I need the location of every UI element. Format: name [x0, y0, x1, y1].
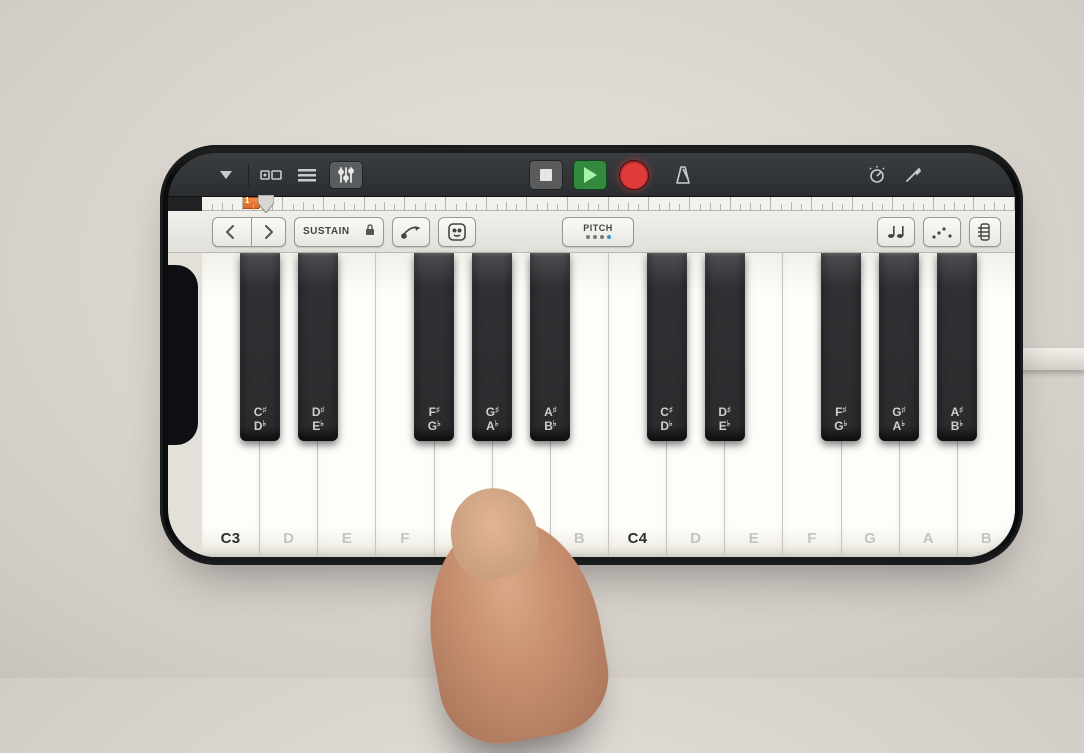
black-key-Fsharp[interactable]: F♯G♭: [414, 253, 454, 441]
black-key-label: F♯G♭: [428, 406, 441, 434]
lock-icon: [365, 224, 375, 239]
pitch-label: PITCH: [583, 224, 613, 233]
white-key-label: E: [725, 530, 782, 547]
sustain-button[interactable]: SUSTAIN: [294, 217, 384, 247]
white-key-label: F: [783, 530, 840, 547]
screen: 1 SUSTAIN: [168, 153, 1015, 557]
tracks-view-button[interactable]: [257, 161, 285, 189]
white-key-label: F: [376, 530, 433, 547]
black-key-Dsharp[interactable]: D♯E♭: [298, 253, 338, 441]
octave-up-button[interactable]: [251, 218, 285, 246]
octave-down-button[interactable]: [213, 218, 247, 246]
black-key-Asharp[interactable]: A♯B♭: [937, 253, 977, 441]
white-key-label: D: [260, 530, 317, 547]
black-key-Gsharp[interactable]: G♯A♭: [879, 253, 919, 441]
white-key-label: B: [958, 530, 1015, 547]
phone-body: 1 SUSTAIN: [160, 145, 1023, 565]
black-key-label: A♯B♭: [544, 406, 557, 434]
list-view-button[interactable]: [293, 161, 321, 189]
glissando-button[interactable]: [392, 217, 430, 247]
quantize-notes-button[interactable]: [877, 217, 915, 247]
metronome-button[interactable]: [669, 161, 697, 189]
black-key-Fsharp[interactable]: F♯G♭: [821, 253, 861, 441]
key-width-button[interactable]: [969, 217, 1001, 247]
octave-navigator: [212, 217, 286, 247]
black-key-label: G♯A♭: [486, 406, 499, 434]
play-button[interactable]: [573, 160, 607, 190]
white-key-label: G: [842, 530, 899, 547]
face-control-button[interactable]: [438, 217, 476, 247]
white-key-label: D: [667, 530, 724, 547]
black-keys-row: C♯D♭ D♯E♭ F♯G♭ G♯A♭ A♯B♭ C♯D♭ D♯E♭ F♯G♭ G♯A♭ A♯B♭: [202, 253, 1015, 441]
black-key-Dsharp[interactable]: D♯E♭: [705, 253, 745, 441]
browser-dropdown-button[interactable]: [212, 161, 240, 189]
white-key-label: E: [318, 530, 375, 547]
record-button[interactable]: [617, 160, 651, 190]
lightning-cable: [1016, 348, 1084, 370]
black-key-Gsharp[interactable]: G♯A♭: [472, 253, 512, 441]
sustain-label: SUSTAIN: [303, 226, 350, 237]
pitch-mode-button[interactable]: PITCH: [562, 217, 634, 247]
black-key-Asharp[interactable]: A♯B♭: [530, 253, 570, 441]
keyboard-options-bar: SUSTAIN PITCH: [168, 211, 1015, 253]
black-key-label: D♯E♭: [718, 406, 731, 434]
white-key-label: A: [900, 530, 957, 547]
master-volume-button[interactable]: [863, 161, 891, 189]
black-key-label: D♯E♭: [312, 406, 325, 434]
stop-button[interactable]: [529, 160, 563, 190]
transport-controls: [529, 160, 651, 190]
notch: [168, 265, 198, 445]
arpeggiator-button[interactable]: [923, 217, 961, 247]
timeline-ruler[interactable]: 1: [202, 197, 1015, 211]
playhead[interactable]: [258, 195, 274, 213]
settings-button[interactable]: [899, 161, 927, 189]
black-key-Csharp[interactable]: C♯D♭: [647, 253, 687, 441]
mixer-button[interactable]: [329, 161, 363, 189]
black-key-Csharp[interactable]: C♯D♭: [240, 253, 280, 441]
piano-keyboard: C3DEFGABC4DEFGAB C♯D♭D♯E♭F♯G♭G♯A♭A♯B♭C♯D…: [168, 253, 1015, 557]
black-key-label: G♯A♭: [892, 406, 905, 434]
black-key-label: A♯B♭: [951, 406, 964, 434]
white-key-label: C4: [609, 530, 666, 547]
top-toolbar: [168, 153, 1015, 197]
black-key-label: C♯D♭: [660, 406, 673, 434]
black-key-label: F♯G♭: [834, 406, 847, 434]
white-key-label: C3: [202, 530, 259, 547]
pitch-page-dots: [586, 235, 611, 239]
toolbar-separator: [248, 164, 249, 186]
black-key-label: C♯D♭: [254, 406, 267, 434]
